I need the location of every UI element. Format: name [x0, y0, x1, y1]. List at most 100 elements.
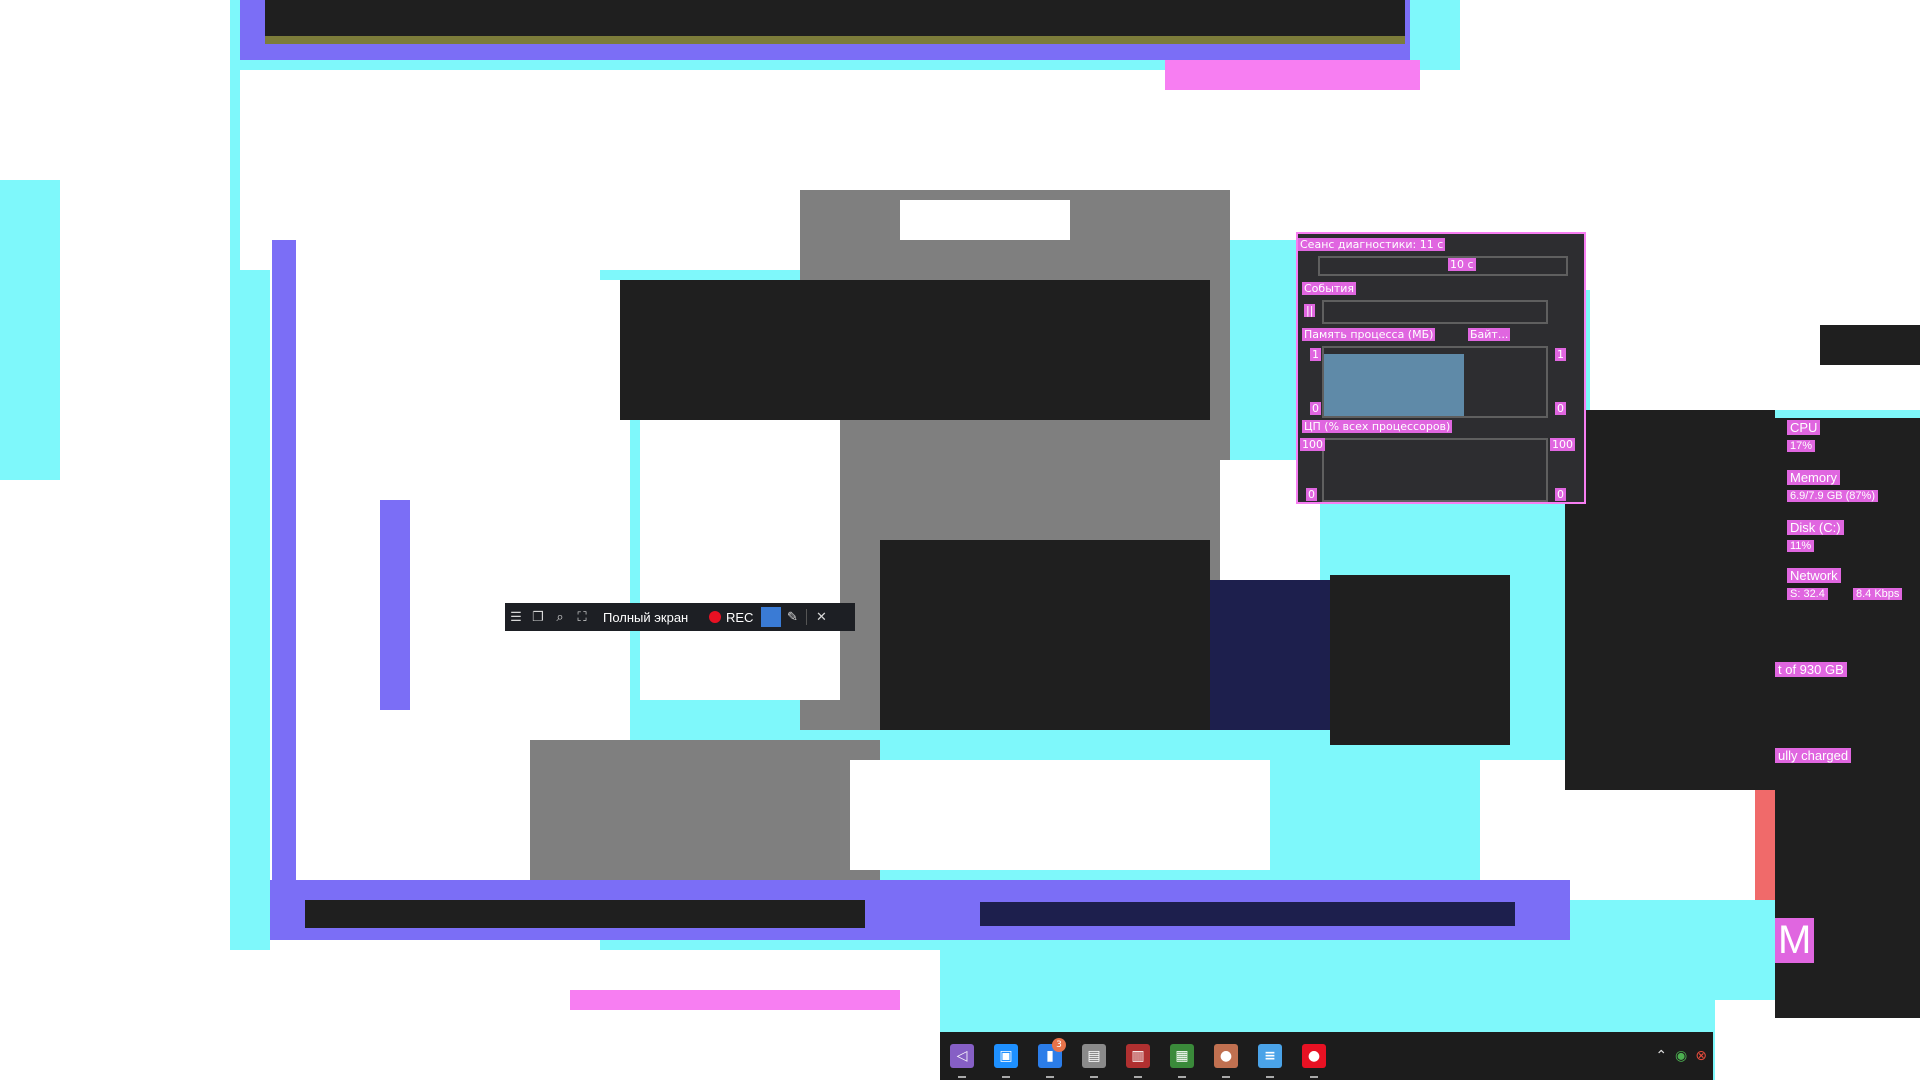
memory-axis-min-right: 0: [1555, 402, 1566, 415]
window-icon[interactable]: ❐: [527, 603, 549, 631]
pause-icon[interactable]: ||: [1304, 304, 1316, 317]
chevron-up-icon[interactable]: ⌃: [1655, 1048, 1667, 1064]
performance-panel: CPU 17% Memory 6.9/7.9 GB (87%) Disk (C:…: [1775, 418, 1920, 1018]
network-sent: S: 32.4: [1787, 588, 1828, 600]
disk-value: 11%: [1787, 540, 1815, 552]
webcam-toggle[interactable]: [761, 607, 782, 627]
running-indicator: [1002, 1076, 1010, 1078]
events-track: [1322, 300, 1548, 324]
bg-block: [640, 420, 840, 700]
taskbar-app-archiver[interactable]: ▥: [1116, 1032, 1160, 1080]
bg-block: [0, 0, 230, 1080]
region-icon[interactable]: ⌕: [549, 603, 571, 631]
events-title: События: [1302, 282, 1357, 295]
cpu-axis-min-right: 0: [1555, 488, 1566, 501]
bg-block: [850, 760, 1270, 870]
separator: [806, 609, 808, 625]
memory-fill: [1324, 354, 1464, 416]
bg-block: [380, 500, 410, 710]
memory-title: Память процесса (МБ): [1302, 328, 1436, 341]
memory-value: 6.9/7.9 GB (87%): [1787, 490, 1878, 502]
cpu-axis-max: 100: [1300, 438, 1325, 451]
record-dot-icon: [709, 611, 721, 623]
taskbar: ◁ ▣ ▮ 3 ▤ ▥ ▦ ● ≡ ● ⌃ ◉ ⊗: [940, 1032, 1713, 1080]
bg-block: [570, 990, 900, 1010]
taskbar-app-installer[interactable]: ▤: [1072, 1032, 1116, 1080]
running-indicator: [1222, 1076, 1230, 1078]
bg-block: [1755, 790, 1775, 900]
bottom-bar: [305, 900, 865, 928]
person-icon: ●: [1214, 1044, 1238, 1068]
rec-label: REC: [726, 609, 754, 625]
running-indicator: [1178, 1076, 1186, 1078]
cpu-axis-max-right: 100: [1550, 438, 1575, 451]
timeline-label: 10 с: [1448, 258, 1476, 271]
taskbar-app-visual-studio[interactable]: ◁: [940, 1032, 984, 1080]
big-letter: M: [1775, 918, 1815, 963]
taskbar-app-terminal-app[interactable]: ▦: [1160, 1032, 1204, 1080]
running-indicator: [958, 1076, 966, 1078]
fullscreen-mode-label[interactable]: Полный экран: [603, 610, 703, 625]
cpu-value: 17%: [1787, 440, 1816, 452]
memory-label[interactable]: Memory: [1787, 470, 1840, 485]
taskbar-app-virtual-desktop[interactable]: ▣: [984, 1032, 1028, 1080]
bg-block: [1590, 160, 1920, 410]
windows-stack-icon: ▣: [994, 1044, 1018, 1068]
memory-axis-max: 1: [1310, 348, 1321, 361]
visual-studio-icon: ◁: [950, 1044, 974, 1068]
cpu-axis-min: 0: [1306, 488, 1317, 501]
side-window: [1330, 575, 1510, 745]
network-label[interactable]: Network: [1787, 568, 1841, 583]
crop-icon[interactable]: ⛶: [571, 603, 593, 631]
bg-block: [900, 200, 1070, 240]
network-received: 8.4 Kbps: [1853, 588, 1903, 600]
taskbar-app-phone[interactable]: ▮ 3: [1028, 1032, 1072, 1080]
taskbar-apps: ◁ ▣ ▮ 3 ▤ ▥ ▦ ● ≡ ●: [940, 1032, 1336, 1080]
pen-icon[interactable]: ✎: [781, 603, 803, 631]
timeline-ruler[interactable]: [1318, 256, 1568, 276]
bg-block: [272, 240, 296, 880]
memory-graph: [1322, 346, 1548, 418]
bg-block: [0, 180, 60, 480]
center-window-lower: [880, 540, 1210, 730]
running-indicator: [1266, 1076, 1274, 1078]
system-tray: ⌃ ◉ ⊗: [1655, 1032, 1707, 1080]
memory-option[interactable]: Байт...: [1468, 328, 1511, 341]
memory-axis-min: 0: [1310, 402, 1321, 415]
record-icon: ●: [1302, 1044, 1326, 1068]
disk-label[interactable]: Disk (C:): [1787, 520, 1844, 535]
bottom-bar: [980, 902, 1515, 926]
menu-icon[interactable]: ☰: [505, 603, 527, 631]
rec-button[interactable]: REC: [709, 610, 753, 625]
session-title: Сеанс диагностики: 11 с: [1298, 238, 1446, 251]
installer-icon: ▤: [1082, 1044, 1106, 1068]
taskbar-app-notepad[interactable]: ≡: [1248, 1032, 1292, 1080]
bg-block: [1165, 60, 1420, 90]
center-window: [620, 280, 1210, 420]
right-window: [1820, 325, 1920, 365]
cpu-label[interactable]: CPU: [1787, 420, 1821, 435]
disk-capacity: t of 930 GB: [1775, 662, 1847, 677]
monitor-icon: ▦: [1170, 1044, 1194, 1068]
bg-block: [300, 280, 630, 760]
archive-icon: ▥: [1126, 1044, 1150, 1068]
running-indicator: [1134, 1076, 1142, 1078]
running-indicator: [1310, 1076, 1318, 1078]
top-window: [265, 0, 1405, 38]
battery-status: ully charged: [1775, 748, 1852, 763]
taskbar-app-recorder[interactable]: ●: [1292, 1032, 1336, 1080]
cpu-title: ЦП (% всех процессоров): [1302, 420, 1453, 433]
diagnostics-panel: Сеанс диагностики: 11 с 10 с События || …: [1296, 232, 1586, 504]
cpu-graph: [1322, 438, 1548, 502]
close-icon[interactable]: ✕: [810, 603, 832, 631]
right-column: [1565, 410, 1775, 790]
memory-axis-max-right: 1: [1555, 348, 1566, 361]
bg-block: [265, 36, 1405, 44]
running-indicator: [1046, 1076, 1054, 1078]
status-circle-icon[interactable]: ◉: [1675, 1048, 1687, 1064]
network-warning-icon[interactable]: ⊗: [1695, 1048, 1707, 1064]
running-indicator: [1090, 1076, 1098, 1078]
taskbar-app-media-app[interactable]: ●: [1204, 1032, 1248, 1080]
notepad-icon: ≡: [1258, 1044, 1282, 1068]
notification-badge: 3: [1052, 1038, 1066, 1052]
